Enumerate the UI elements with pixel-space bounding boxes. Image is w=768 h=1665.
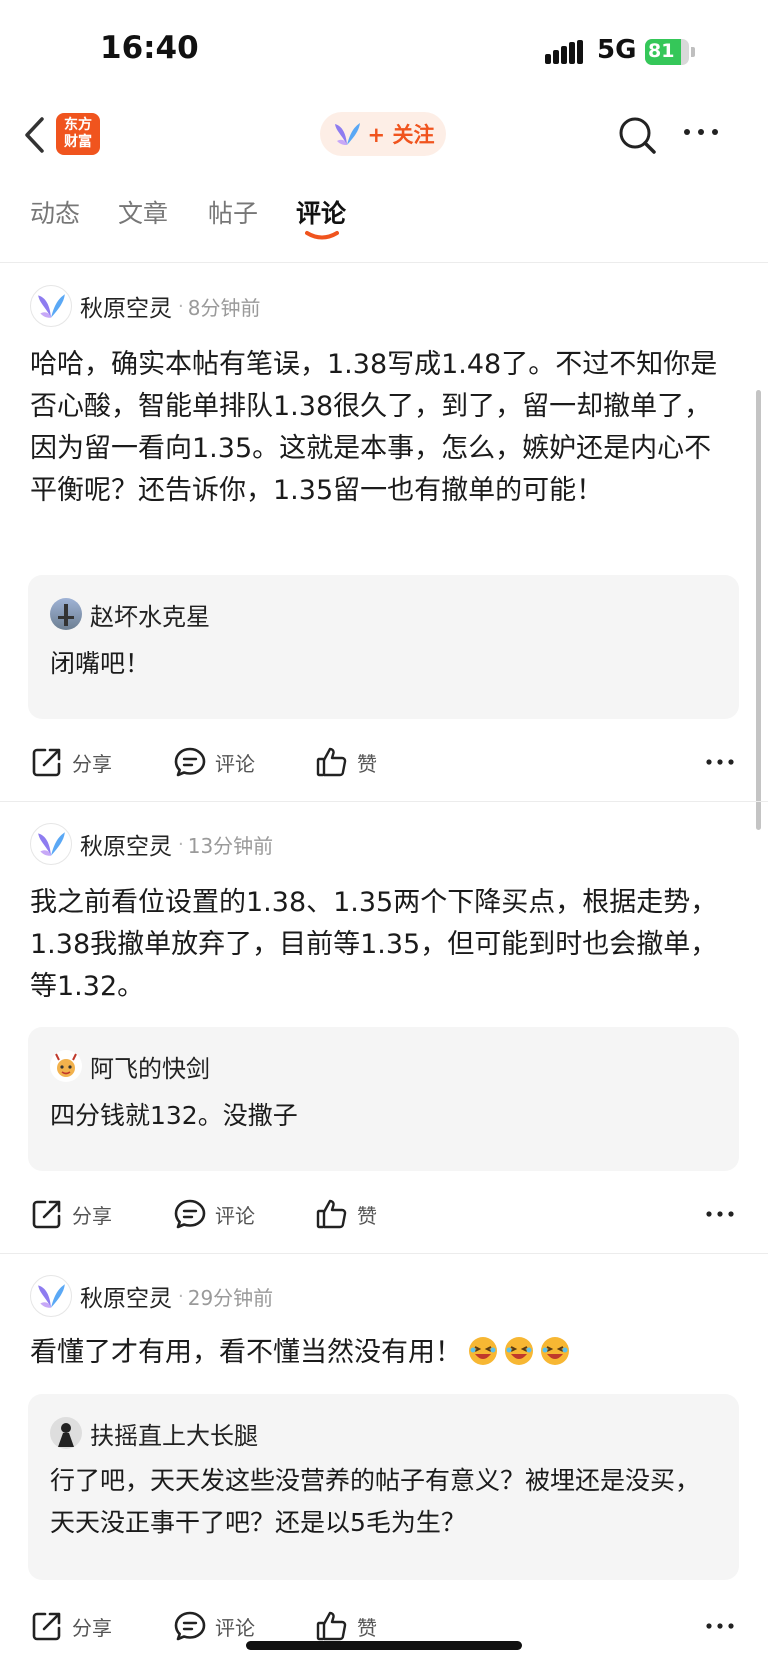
reply-text: 行了吧，天天发这些没营养的帖子有意义？被埋还是没买，天天没正事干了吧？还是以5毛…	[50, 1466, 701, 1537]
comment-label: 评论	[215, 1203, 255, 1228]
author-name[interactable]: 秋原空灵	[80, 827, 172, 861]
battery-percent: 81	[648, 40, 675, 62]
separator-dot: ·	[178, 1285, 184, 1307]
share-label: 分享	[72, 751, 112, 776]
butterfly-icon	[38, 1284, 65, 1308]
comment-text-row[interactable]: 看懂了才有用，看不懂当然没有用！	[30, 1332, 730, 1374]
author-name[interactable]: 秋原空灵	[80, 289, 172, 323]
home-indicator[interactable]	[246, 1641, 522, 1650]
comment-text[interactable]: 我之前看位设置的1.38、1.35两个下降买点，根据走势，1.38我撤单放弃了，…	[30, 882, 730, 1008]
tab-articles[interactable]: 文章	[118, 194, 168, 230]
comment-card: 秋原空灵 · 29分钟前 看懂了才有用，看不懂当然没有用！ 扶摇直上大长腿 行了…	[0, 1274, 768, 1665]
thumbs-up-icon	[316, 747, 347, 777]
more-icon[interactable]	[681, 122, 721, 142]
butterfly-icon	[38, 294, 65, 318]
author-name[interactable]: 秋原空灵	[80, 1279, 172, 1313]
more-icon	[706, 1211, 734, 1217]
like-label: 赞	[357, 1203, 377, 1228]
follow-label: + 关注	[367, 123, 435, 147]
thumbs-up-icon	[316, 1199, 347, 1229]
share-icon	[32, 748, 61, 777]
reply-avatar[interactable]	[50, 1417, 82, 1449]
reply-box[interactable]: 赵坏水克星 闭嘴吧！	[28, 575, 739, 719]
butterfly-icon	[38, 832, 65, 856]
share-label: 分享	[72, 1615, 112, 1640]
logo-line2: 财富	[64, 134, 92, 150]
separator-dot: ·	[178, 833, 184, 855]
post-time: 29分钟前	[187, 1285, 274, 1310]
more-options-button[interactable]	[705, 1192, 735, 1236]
comment-text[interactable]: 哈哈，确实本帖有笔误，1.38写成1.48了。不过不知你是否心酸，智能单排队1.…	[30, 344, 730, 512]
avatar[interactable]	[30, 1275, 72, 1317]
more-icon	[706, 1623, 734, 1629]
comment-card: 秋原空灵 · 13分钟前 我之前看位设置的1.38、1.35两个下降买点，根据走…	[0, 822, 768, 1254]
divider	[0, 1253, 768, 1254]
share-button[interactable]: 分享	[30, 1604, 112, 1648]
post-time: 13分钟前	[187, 833, 274, 858]
share-icon	[32, 1200, 61, 1229]
thumbs-up-icon	[316, 1611, 347, 1641]
action-bar: 分享 评论 赞	[0, 1192, 768, 1236]
like-button[interactable]: 赞	[315, 740, 377, 784]
reply-author[interactable]: 阿飞的快剑	[90, 1049, 210, 1084]
comment-text: 看懂了才有用，看不懂当然没有用！	[30, 1337, 462, 1368]
comment-icon	[174, 1611, 206, 1641]
comment-card: 秋原空灵 · 8分钟前 哈哈，确实本帖有笔误，1.38写成1.48了。不过不知你…	[0, 284, 768, 802]
avatar[interactable]	[30, 823, 72, 865]
like-label: 赞	[357, 751, 377, 776]
share-label: 分享	[72, 1203, 112, 1228]
reply-author[interactable]: 赵坏水克星	[90, 597, 210, 632]
more-icon	[706, 759, 734, 765]
laugh-emoji-icon	[469, 1337, 497, 1365]
follow-button[interactable]: + 关注	[320, 112, 446, 156]
share-button[interactable]: 分享	[30, 1192, 112, 1236]
like-button[interactable]: 赞	[315, 1192, 377, 1236]
reply-avatar[interactable]	[50, 598, 82, 630]
author-row[interactable]: 秋原空灵 · 13分钟前	[30, 822, 273, 866]
tab-comments[interactable]: 评论	[296, 194, 346, 230]
logo-line1: 东方	[64, 117, 92, 133]
tab-dynamics[interactable]: 动态	[30, 194, 80, 230]
comment-label: 评论	[215, 751, 255, 776]
butterfly-icon	[334, 123, 360, 145]
status-bar: 16:40 5G 81	[0, 0, 768, 100]
comment-icon	[174, 1199, 206, 1229]
battery-icon: 81	[645, 39, 697, 65]
comment-button[interactable]: 评论	[173, 740, 255, 784]
reply-box[interactable]: 扶摇直上大长腿 行了吧，天天发这些没营养的帖子有意义？被埋还是没买，天天没正事干…	[28, 1394, 739, 1580]
tab-active-indicator	[305, 231, 339, 240]
search-icon[interactable]	[616, 114, 658, 156]
avatar[interactable]	[30, 285, 72, 327]
comment-button[interactable]: 评论	[173, 1604, 255, 1648]
app-logo[interactable]: 东方 财富	[56, 113, 100, 155]
post-time: 8分钟前	[187, 295, 261, 320]
reply-box[interactable]: 阿飞的快剑 四分钱就132。没撒子	[28, 1027, 739, 1171]
laugh-emoji-icon	[505, 1337, 533, 1365]
back-icon[interactable]	[22, 113, 48, 157]
separator-dot: ·	[178, 295, 184, 317]
network-type: 5G	[597, 35, 637, 65]
reply-text: 四分钱就132。没撒子	[50, 1101, 298, 1130]
author-row[interactable]: 秋原空灵 · 29分钟前	[30, 1274, 273, 1318]
status-time: 16:40	[100, 30, 199, 66]
author-row[interactable]: 秋原空灵 · 8分钟前	[30, 284, 260, 328]
more-options-button[interactable]	[705, 1604, 735, 1648]
comment-label: 评论	[215, 1615, 255, 1640]
like-label: 赞	[357, 1615, 377, 1640]
laugh-emoji-icon	[541, 1337, 569, 1365]
divider	[0, 801, 768, 802]
tab-posts[interactable]: 帖子	[208, 194, 258, 230]
share-icon	[32, 1612, 61, 1641]
reply-avatar[interactable]	[50, 1050, 82, 1082]
tab-bar: 动态 文章 帖子 评论	[0, 180, 768, 263]
action-bar: 分享 评论 赞	[0, 740, 768, 784]
reply-text: 闭嘴吧！	[50, 649, 151, 678]
more-options-button[interactable]	[705, 740, 735, 784]
comment-icon	[174, 747, 206, 777]
comment-button[interactable]: 评论	[173, 1192, 255, 1236]
share-button[interactable]: 分享	[30, 740, 112, 784]
signal-icon	[545, 40, 583, 64]
reply-author[interactable]: 扶摇直上大长腿	[90, 1416, 258, 1451]
top-nav: 东方 财富 + 关注	[0, 100, 768, 170]
